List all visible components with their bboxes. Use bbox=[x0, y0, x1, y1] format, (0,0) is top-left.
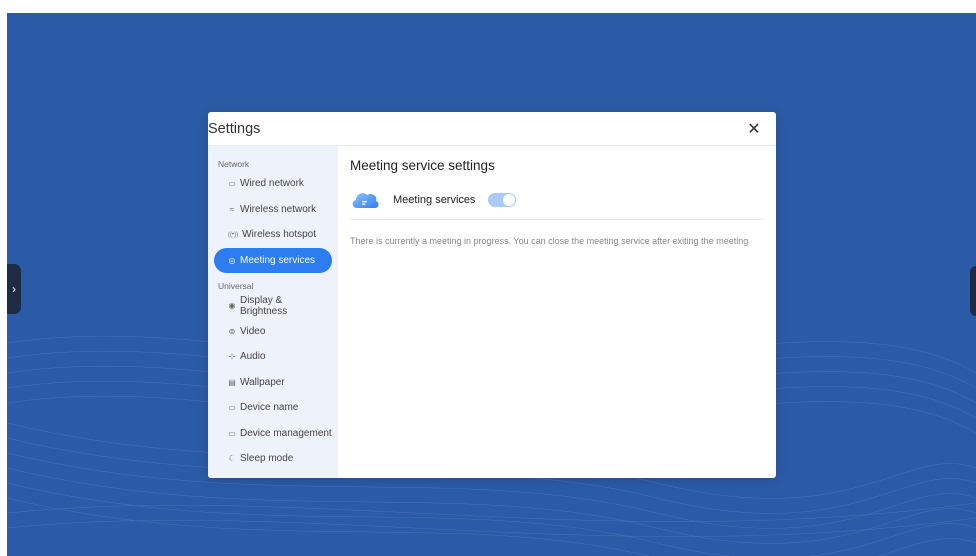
dialog-title: Settings bbox=[208, 120, 261, 137]
sidebar-item-video[interactable]: ⊚ Video bbox=[214, 319, 332, 345]
sidebar-item-label: Wireless network bbox=[240, 203, 317, 215]
sidebar-item-label: Meeting services bbox=[240, 254, 316, 266]
sidebar-item-wireless-hotspot[interactable]: ((•)) Wireless hotspot bbox=[214, 222, 332, 248]
meeting-services-toggle[interactable] bbox=[487, 192, 516, 207]
sidebar-item-label: Video bbox=[240, 325, 266, 337]
group-label-universal: Universal bbox=[218, 281, 254, 291]
sleep-icon: ☾ bbox=[228, 454, 236, 464]
meeting-in-progress-note: There is currently a meeting in progress… bbox=[350, 236, 749, 246]
meeting-services-label: Meeting services bbox=[393, 193, 476, 206]
meeting-icon: ◎ bbox=[228, 255, 236, 265]
sidebar-item-label: Sleep mode bbox=[240, 453, 294, 465]
side-panel-toggle-right[interactable] bbox=[970, 266, 976, 316]
chevron-right-icon: › bbox=[12, 282, 16, 296]
sidebar-item-label: Device management bbox=[240, 427, 332, 439]
wifi-icon: ≈ bbox=[229, 204, 235, 214]
sidebar-item-label: Device name bbox=[240, 402, 299, 414]
meeting-service-row: Meeting services bbox=[350, 180, 764, 220]
audio-icon: ⊹ bbox=[228, 352, 236, 362]
sidebar-item-wallpaper[interactable]: ▤ Wallpaper bbox=[214, 370, 332, 396]
device-management-icon: ▭ bbox=[228, 428, 236, 438]
sidebar-item-label: Wallpaper bbox=[240, 376, 285, 388]
hotspot-icon: ((•)) bbox=[228, 231, 239, 238]
sidebar-item-label: Wired network bbox=[240, 178, 304, 190]
close-icon[interactable]: ✕ bbox=[744, 119, 764, 139]
settings-dialog: Settings ✕ Network ▭ Wired network ≈ Wir… bbox=[208, 112, 776, 478]
toggle-knob bbox=[502, 193, 515, 206]
sidebar-item-device-management[interactable]: ▭ Device management bbox=[214, 421, 332, 447]
sidebar-item-display-brightness[interactable]: ◉ Display & Brightness bbox=[214, 293, 332, 319]
sidebar-item-label: Audio bbox=[240, 351, 266, 363]
dialog-body: Network ▭ Wired network ≈ Wireless netwo… bbox=[208, 146, 776, 478]
eye-icon: ◉ bbox=[228, 301, 236, 311]
sidebar-item-wired-network[interactable]: ▭ Wired network bbox=[214, 171, 332, 197]
camera-icon: ⊚ bbox=[228, 326, 236, 336]
dialog-header: Settings ✕ bbox=[208, 112, 776, 146]
settings-sidebar: Network ▭ Wired network ≈ Wireless netwo… bbox=[208, 146, 338, 478]
sidebar-item-audio[interactable]: ⊹ Audio bbox=[214, 344, 332, 370]
sidebar-item-meeting-services[interactable]: ◎ Meeting services bbox=[214, 247, 332, 273]
sidebar-item-label: Display & Brightness bbox=[239, 294, 288, 317]
sidebar-item-wireless-network[interactable]: ≈ Wireless network bbox=[214, 197, 332, 223]
monitor-icon: ▭ bbox=[228, 179, 236, 189]
settings-content: Meeting service settings Meeting service… bbox=[338, 146, 776, 478]
sidebar-item-device-name[interactable]: ▭ Device name bbox=[214, 395, 332, 421]
group-label-network: Network bbox=[218, 159, 250, 169]
sidebar-item-sleep-mode[interactable]: ☾ Sleep mode bbox=[214, 446, 332, 472]
side-panel-toggle-left[interactable]: › bbox=[7, 264, 21, 314]
sidebar-item-label: Wireless hotspot bbox=[242, 229, 317, 241]
wallpaper-icon: ▤ bbox=[228, 377, 236, 387]
cloud-icon bbox=[352, 192, 379, 208]
page-title: Meeting service settings bbox=[350, 158, 495, 173]
device-icon: ▭ bbox=[228, 403, 236, 413]
